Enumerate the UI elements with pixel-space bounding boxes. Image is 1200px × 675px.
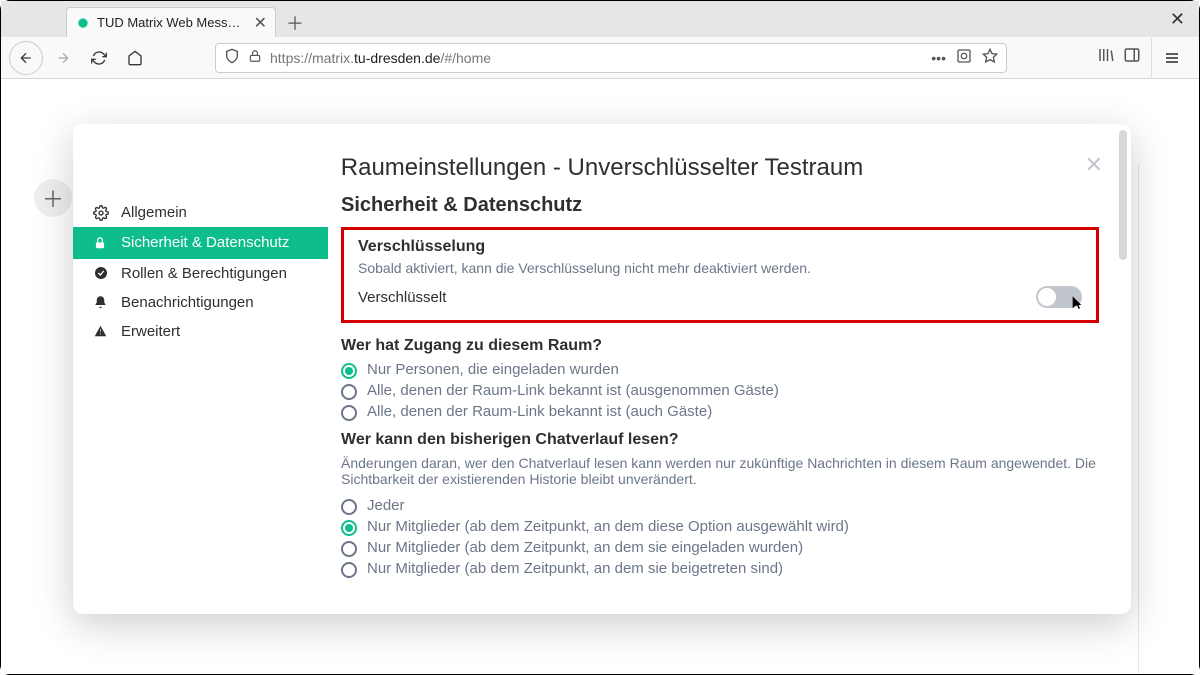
access-question: Wer hat Zugang zu diesem Raum? xyxy=(341,337,1099,355)
left-rail: ＋ xyxy=(31,179,75,217)
radio-label: Nur Personen, die eingeladen wurden xyxy=(367,361,619,378)
radio-icon xyxy=(341,405,357,421)
forward-button xyxy=(47,42,79,74)
radio-icon xyxy=(341,499,357,515)
settings-content: Sicherheit & Datenschutz Verschlüsselung… xyxy=(333,194,1131,614)
radio-label: Nur Mitglieder (ab dem Zeitpunkt, an dem… xyxy=(367,518,849,535)
encryption-desc: Sobald aktiviert, kann die Verschlüsselu… xyxy=(358,260,1082,276)
url-path: /#/home xyxy=(440,50,491,66)
sidebar-item-security[interactable]: Sicherheit & Datenschutz xyxy=(73,227,328,259)
tab-close-icon[interactable]: ✕ xyxy=(254,13,267,33)
cursor-icon xyxy=(1068,295,1084,316)
favicon-icon xyxy=(75,15,91,31)
history-option-1[interactable]: Nur Mitglieder (ab dem Zeitpunkt, an dem… xyxy=(341,518,1099,536)
modal-title: Raumeinstellungen - Unverschlüsselter Te… xyxy=(73,124,1131,194)
room-settings-modal: ✕ Raumeinstellungen - Unverschlüsselter … xyxy=(73,124,1131,614)
bell-icon xyxy=(93,295,111,310)
history-desc: Änderungen daran, wer den Chatverlauf le… xyxy=(341,455,1099,487)
history-option-0[interactable]: Jeder xyxy=(341,497,1099,515)
window-close-icon[interactable]: ✕ xyxy=(1170,9,1185,30)
lock-icon xyxy=(248,49,262,66)
scrollbar[interactable] xyxy=(1119,130,1127,260)
radio-icon xyxy=(341,541,357,557)
url-host: tu-dresden.de xyxy=(354,50,440,66)
browser-chrome: ✕ TUD Matrix Web Messenger ✕ ＋ xyxy=(1,1,1199,79)
nav-bar: https://matrix.tu-dresden.de/#/home ••• xyxy=(1,37,1199,79)
reload-button[interactable] xyxy=(83,42,115,74)
sidebar-item-label: Sicherheit & Datenschutz xyxy=(121,233,289,253)
encryption-section: Verschlüsselung Sobald aktiviert, kann d… xyxy=(341,227,1099,323)
radio-label: Alle, denen der Raum-Link bekannt ist (a… xyxy=(367,403,712,420)
block-icon[interactable] xyxy=(956,48,972,67)
warning-icon xyxy=(93,324,111,339)
browser-tab[interactable]: TUD Matrix Web Messenger ✕ xyxy=(66,7,276,37)
url-text: https://matrix.tu-dresden.de/#/home xyxy=(270,50,923,66)
sidebar-item-label: Allgemein xyxy=(121,204,187,221)
access-option-2[interactable]: Alle, denen der Raum-Link bekannt ist (a… xyxy=(341,403,1099,421)
toggle-handle xyxy=(1038,288,1056,306)
gear-icon xyxy=(93,205,111,221)
history-question: Wer kann den bisherigen Chatverlauf lese… xyxy=(341,431,1099,449)
radio-label: Alle, denen der Raum-Link bekannt ist (a… xyxy=(367,382,779,399)
tab-title: TUD Matrix Web Messenger xyxy=(97,15,248,30)
modal-close-button[interactable]: ✕ xyxy=(1085,152,1103,178)
radio-label: Nur Mitglieder (ab dem Zeitpunkt, an dem… xyxy=(367,560,783,577)
radio-icon xyxy=(341,562,357,578)
radio-label: Nur Mitglieder (ab dem Zeitpunkt, an dem… xyxy=(367,539,803,556)
add-button[interactable]: ＋ xyxy=(34,179,72,217)
access-option-1[interactable]: Alle, denen der Raum-Link bekannt ist (a… xyxy=(341,382,1099,400)
encryption-title: Verschlüsselung xyxy=(358,238,1082,256)
radio-icon xyxy=(341,520,357,536)
access-option-0[interactable]: Nur Personen, die eingeladen wurden xyxy=(341,361,1099,379)
sidebar-item-label: Benachrichtigungen xyxy=(121,294,254,311)
history-option-3[interactable]: Nur Mitglieder (ab dem Zeitpunkt, an dem… xyxy=(341,560,1099,578)
sidebar-item-roles[interactable]: Rollen & Berechtigungen xyxy=(83,259,333,288)
sidebar-item-label: Rollen & Berechtigungen xyxy=(121,265,287,282)
tab-strip: TUD Matrix Web Messenger ✕ ＋ xyxy=(1,1,1199,37)
url-prefix: https://matrix. xyxy=(270,50,354,66)
radio-icon xyxy=(341,363,357,379)
radio-label: Jeder xyxy=(367,497,405,514)
sidebar-item-advanced[interactable]: Erweitert xyxy=(83,317,333,346)
url-bar[interactable]: https://matrix.tu-dresden.de/#/home ••• xyxy=(215,43,1007,73)
lock-icon xyxy=(93,236,111,250)
back-button[interactable] xyxy=(9,41,43,75)
history-option-2[interactable]: Nur Mitglieder (ab dem Zeitpunkt, an dem… xyxy=(341,539,1099,557)
section-heading: Sicherheit & Datenschutz xyxy=(341,194,1099,217)
sidebar-item-notifications[interactable]: Benachrichtigungen xyxy=(83,288,333,317)
divider xyxy=(1138,164,1139,674)
app-menu-button[interactable] xyxy=(1151,38,1191,78)
library-icon[interactable] xyxy=(1097,46,1115,69)
new-tab-button[interactable]: ＋ xyxy=(280,9,310,37)
sidebar-icon[interactable] xyxy=(1123,46,1141,69)
encryption-toggle[interactable] xyxy=(1036,286,1082,308)
sidebar-item-label: Erweitert xyxy=(121,323,180,340)
shield-icon xyxy=(224,48,240,67)
settings-sidebar: Allgemein Sicherheit & Datenschutz Rolle… xyxy=(73,194,333,614)
radio-icon xyxy=(341,384,357,400)
sidebar-item-general[interactable]: Allgemein xyxy=(83,198,333,227)
home-button[interactable] xyxy=(119,42,151,74)
toggle-label: Verschlüsselt xyxy=(358,289,446,306)
badge-icon xyxy=(93,265,111,281)
bookmark-icon[interactable] xyxy=(982,48,998,67)
page-actions-icon[interactable]: ••• xyxy=(931,50,946,66)
